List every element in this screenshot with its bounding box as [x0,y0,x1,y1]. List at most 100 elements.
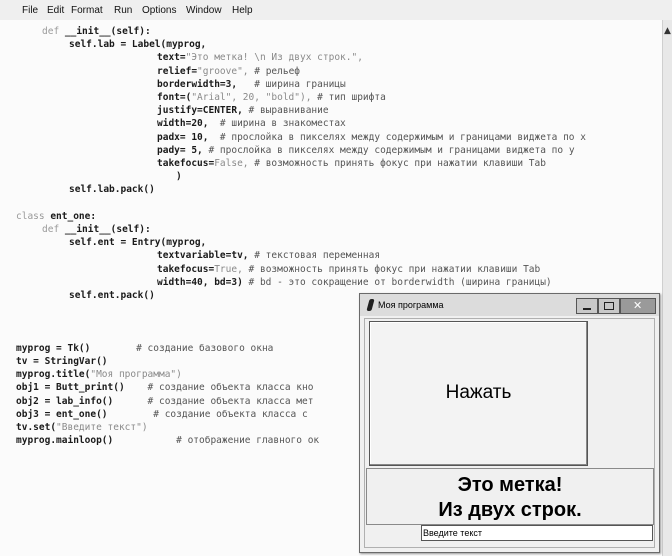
code-text: width=40, bd=3) [157,276,243,288]
code-cmt: # создание объекта класса мет [113,395,314,407]
code-line: ) [176,171,182,182]
menu-window[interactable]: Window [186,5,222,16]
code-text: tv.set( [16,422,57,433]
text-entry-input[interactable] [423,526,649,540]
menu-bar: File Edit Format Run Options Window Help [0,0,672,21]
code-line: obj1 = Butt_print() # создание объекта к… [16,382,313,393]
code-text: takefocus= [157,263,215,275]
code-cmt: # возможность принять фокус при нажатии … [248,158,546,169]
code-line: obj2 = lab_info() # создание объекта кла… [16,396,313,407]
code-line: takefocus=True, # возможность принять фо… [157,264,540,275]
code-line: self.ent = Entry(myprog, [69,237,206,248]
code-text: padx= 10, [157,131,209,143]
code-cmt: # прослойка в пикселях между содержимым … [208,131,586,143]
code-kw: def [42,26,60,37]
code-line: def __init__(self): [42,26,151,37]
maximize-button[interactable] [598,298,620,314]
minimize-button[interactable] [576,298,598,314]
code-cmt: # bd - это сокращение от borderwidth (ши… [242,276,552,288]
code-line: self.lab = Label(myprog, [69,39,206,50]
code-line: myprog = Tk() # создание базового окна [16,343,273,354]
code-line: self.ent.pack() [69,290,155,301]
code-text: obj3 = ent_one() [16,408,108,420]
code-cmt: # выравнивание [242,105,329,117]
code-str: "groove", [197,65,249,77]
code-line: self.lab.pack() [69,184,155,195]
code-str: "Arial", 20, "bold"), [191,92,312,103]
code-line: justify=CENTER, # выравнивание [157,105,329,116]
code-cmt: # возможность принять фокус при нажатии … [242,263,541,275]
code-text: myprog.title( [16,369,91,381]
code-cmt: # ширина границы [237,78,346,90]
code-str: True, [214,263,243,275]
code-str: "Это метка! \n Из двух строк.", [185,52,363,64]
menu-run[interactable]: Run [114,5,132,16]
code-text: textvariable=tv, [157,250,249,262]
press-button[interactable]: Нажать [369,321,588,466]
code-line: textvariable=tv, # текстовая переменная [157,250,380,261]
code-text: justify=CENTER, [157,105,243,117]
code-text: ) [176,171,182,183]
code-cmt: # ширина в знакоместах [208,118,346,130]
code-kw: def [42,224,60,235]
tk-window[interactable]: Моя программа Нажать Это метка! Из двух … [359,293,660,553]
code-line: class ent_one: [16,211,96,222]
code-text: obj1 = Butt_print() [16,382,125,394]
close-button[interactable] [620,298,656,314]
menu-options[interactable]: Options [142,5,176,16]
tk-title-bar[interactable]: Моя программа [360,294,659,316]
code-line: def __init__(self): [42,224,151,235]
code-line: takefocus=False, # возможность принять ф… [157,158,546,169]
label-text: Это метка! Из двух строк. [438,474,582,521]
scroll-up-icon[interactable]: ▲ [664,26,671,36]
code-text: obj2 = lab_info() [16,395,114,407]
code-text: pady= 5, [157,144,203,156]
code-str: False, [214,158,249,169]
code-cmt: # создание базового окна [90,342,274,354]
code-cmt: # прослойка в пикселях между содержимым … [202,144,575,156]
code-line: width=20, # ширина в знакоместах [157,118,346,129]
code-text: takefocus= [157,158,215,169]
code-text: font=( [157,92,192,103]
tk-feather-icon [366,299,375,311]
code-line: font=("Arial", 20, "bold"), # тип шрифта [157,92,386,103]
code-line: width=40, bd=3) # bd - это сокращение от… [157,277,552,288]
screen: File Edit Format Run Options Window Help… [0,0,672,556]
text-entry[interactable] [421,525,653,541]
code-line: pady= 5, # прослойка в пикселях между со… [157,145,575,156]
code-text: myprog = Tk() [16,342,91,354]
label-widget: Это метка! Из двух строк. [366,468,654,525]
code-text: borderwidth=3, [157,78,238,90]
menu-file[interactable]: File [22,5,38,16]
code-text: self.ent.pack() [69,290,155,301]
code-text: __init__(self): [59,26,151,37]
code-cmt: # рельеф [248,65,301,77]
vertical-scrollbar[interactable]: ▲ [662,20,672,556]
code-line: text="Это метка! \n Из двух строк.", [157,52,363,63]
code-text: self.lab.pack() [69,184,155,196]
code-line: tv = StringVar() [16,356,108,367]
code-text: tv = StringVar() [16,356,108,367]
tk-window-body: Нажать Это метка! Из двух строк. [364,318,655,548]
code-text: width=20, [157,118,209,130]
code-text: text= [157,52,186,64]
code-text: myprog.mainloop() [16,435,114,447]
code-cmt: # текстовая переменная [248,250,381,262]
code-line: relief="groove", # рельеф [157,66,300,77]
menu-help[interactable]: Help [232,5,253,16]
menu-format[interactable]: Format [71,5,103,16]
code-line: myprog.title("Моя программа") [16,369,182,380]
code-text: __init__(self): [59,224,151,235]
code-line: obj3 = ent_one() # создание объекта клас… [16,409,308,420]
code-cmt: # создание объекта класса с [107,408,308,420]
code-line: borderwidth=3, # ширина границы [157,79,346,90]
code-str: "Моя программа") [90,369,182,381]
menu-edit[interactable]: Edit [47,5,64,16]
code-kw: class [16,210,45,222]
code-cmt: # создание объекта класса кно [124,382,314,394]
code-text: self.ent = Entry(myprog, [69,237,207,249]
code-cmt: # отображение главного ок [113,435,320,447]
tk-window-title: Моя программа [378,300,444,310]
code-line: tv.set("Введите текст") [16,422,148,433]
code-text: ent_one: [44,210,97,222]
